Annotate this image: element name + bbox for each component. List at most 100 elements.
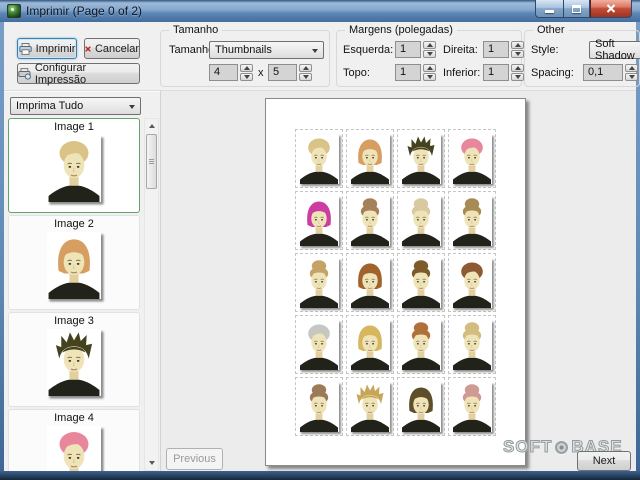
margin-bottom-input[interactable]: 1 <box>483 64 509 81</box>
rows-down-button[interactable] <box>299 73 312 81</box>
margin-bottom-down-button[interactable] <box>511 73 524 81</box>
spacing-spinner: 0,1 <box>583 64 638 81</box>
portrait-thumbnail <box>299 381 339 432</box>
portrait-thumbnail <box>350 195 390 246</box>
grid-cell[interactable] <box>295 191 343 250</box>
spacing-down-button[interactable] <box>625 73 638 81</box>
sidebar-image-label: Image 3 <box>54 315 94 327</box>
arrow-down-icon <box>243 75 250 79</box>
portrait-thumbnail <box>47 232 101 299</box>
grid-cell[interactable] <box>295 377 343 436</box>
margin-bottom-up-button[interactable] <box>511 64 524 72</box>
arrow-up-icon <box>628 66 635 70</box>
margin-right-up-button[interactable] <box>511 41 524 49</box>
sidebar-image-card[interactable]: Image 2 <box>8 215 140 310</box>
style-select[interactable]: Soft Shadow <box>589 38 640 62</box>
portrait-thumbnail <box>299 195 339 246</box>
print-button[interactable]: Imprimir <box>17 38 77 59</box>
margins-group-title: Margens (polegadas) <box>345 24 457 36</box>
size-group: Tamanho Tamanho: Thumbnails 4 x 5 <box>160 24 330 87</box>
grid-cell[interactable] <box>448 253 496 312</box>
other-group-title: Other <box>533 24 569 36</box>
margin-left-up-button[interactable] <box>423 41 436 49</box>
printer-setup-button[interactable]: Configurar Impressão <box>17 61 140 86</box>
scroll-down-button[interactable] <box>145 456 158 470</box>
scroll-up-button[interactable] <box>145 119 158 133</box>
spacing-input[interactable]: 0,1 <box>583 64 623 81</box>
grid-cell[interactable] <box>295 129 343 188</box>
sidebar-image-card[interactable]: Image 4 <box>8 409 140 471</box>
grid-cell[interactable] <box>448 377 496 436</box>
portrait-thumbnail <box>350 381 390 432</box>
columns-up-button[interactable] <box>240 64 253 72</box>
minimize-button[interactable] <box>535 0 563 18</box>
margin-top-down-button[interactable] <box>423 73 436 81</box>
preview-page <box>265 98 526 466</box>
portrait-thumbnail <box>47 329 101 396</box>
margin-top-spinner: 1 <box>395 64 436 81</box>
grid-cell[interactable] <box>295 315 343 374</box>
portrait-thumbnail <box>401 257 441 308</box>
print-scope-value: Imprima Tudo <box>16 100 84 112</box>
next-page-button[interactable]: Next <box>577 451 631 471</box>
portrait-thumbnail <box>350 257 390 308</box>
next-page-label: Next <box>592 455 616 467</box>
grid-cell[interactable] <box>448 315 496 374</box>
grid-cell[interactable] <box>346 129 394 188</box>
margin-top-input[interactable]: 1 <box>395 64 421 81</box>
grip-icon <box>149 161 154 162</box>
previous-page-button[interactable]: Previous <box>166 448 223 470</box>
grid-cell[interactable] <box>448 129 496 188</box>
sidebar-scrollbar[interactable] <box>144 118 159 471</box>
grid-cell[interactable] <box>397 377 445 436</box>
sidebar-image-card[interactable]: Image 1 <box>8 118 140 213</box>
portrait-thumbnail <box>47 426 101 471</box>
sidebar-image-label: Image 4 <box>54 412 94 424</box>
grid-cell[interactable] <box>346 191 394 250</box>
arrow-up-icon <box>514 43 521 47</box>
margin-top-up-button[interactable] <box>423 64 436 72</box>
margins-group: Margens (polegadas) Esquerda: 1 Direita:… <box>336 24 524 87</box>
close-icon <box>606 4 616 13</box>
style-label: Style: <box>531 44 559 56</box>
watermark-text-left: SOFT <box>502 437 553 457</box>
margin-right-input[interactable]: 1 <box>483 41 509 58</box>
margin-left-down-button[interactable] <box>423 50 436 58</box>
close-button[interactable] <box>590 0 632 18</box>
grid-cell[interactable] <box>397 315 445 374</box>
arrow-up-icon <box>426 43 433 47</box>
columns-down-button[interactable] <box>240 73 253 81</box>
grid-cell[interactable] <box>397 253 445 312</box>
columns-spinner: 4 <box>209 64 253 81</box>
rows-input[interactable]: 5 <box>268 64 297 81</box>
cancel-button-label: Cancelar <box>94 42 139 55</box>
size-select[interactable]: Thumbnails <box>209 41 324 59</box>
grid-cell[interactable] <box>295 253 343 312</box>
portrait-thumbnail <box>299 257 339 308</box>
grid-cell[interactable] <box>346 315 394 374</box>
titlebar[interactable]: Imprimir (Page 0 of 2) <box>0 0 640 22</box>
grid-cell[interactable] <box>346 253 394 312</box>
rows-up-button[interactable] <box>299 64 312 72</box>
grid-cell[interactable] <box>397 129 445 188</box>
portrait-thumbnail <box>452 319 492 370</box>
grid-cell[interactable] <box>448 191 496 250</box>
cancel-button[interactable]: Cancelar <box>84 38 140 59</box>
print-scope-select[interactable]: Imprima Tudo <box>10 97 141 115</box>
columns-input[interactable]: 4 <box>209 64 238 81</box>
grid-cell[interactable] <box>346 377 394 436</box>
grid-cell[interactable] <box>397 191 445 250</box>
margin-right-down-button[interactable] <box>511 50 524 58</box>
margin-left-input[interactable]: 1 <box>395 41 421 58</box>
arrow-up-icon <box>148 124 155 128</box>
scrollbar-thumb[interactable] <box>146 134 157 189</box>
cancel-x-icon <box>85 45 91 52</box>
printer-setup-button-label: Configurar Impressão <box>34 61 87 86</box>
margin-top-label: Topo: <box>343 67 370 79</box>
maximize-button[interactable] <box>563 0 590 18</box>
spacing-up-button[interactable] <box>625 64 638 72</box>
dialog-content: Imprimir Cancelar Configurar Impressão T… <box>4 22 640 471</box>
sidebar-image-card[interactable]: Image 3 <box>8 312 140 407</box>
sidebar-image-label: Image 1 <box>54 121 94 133</box>
portrait-thumbnail <box>47 135 101 202</box>
